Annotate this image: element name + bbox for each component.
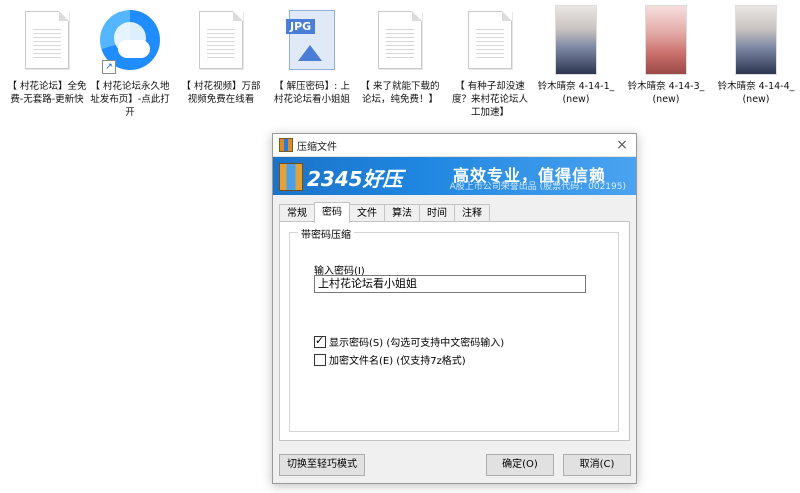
photo-thumbnail-icon: [645, 5, 687, 75]
password-input[interactable]: 上村花论坛看小姐姐: [314, 275, 586, 293]
dialog-titlebar[interactable]: 压缩文件 ×: [273, 134, 636, 157]
desktop-item-label: 铃木晴奈 4-14-1_(new): [537, 81, 615, 105]
desktop-item-label: 【 村花论坛】全免费-无套路-更新快: [7, 81, 87, 105]
desktop-item-password-jpg[interactable]: JPG 【 解压密码】: 上村花论坛看小姐姐: [270, 4, 354, 122]
desktop-item-label: 铃木晴奈 4-14-3_(new): [627, 81, 705, 105]
password-tab-panel: 带密码压缩 输入密码(I) 上村花论坛看小姐姐 显示密码(S) (勾选可支持中文…: [279, 221, 630, 441]
text-document-icon: [378, 11, 422, 69]
encrypt-filenames-row[interactable]: 加密文件名(E) (仅支持7z格式): [314, 352, 466, 367]
dialog-title: 压缩文件: [297, 141, 337, 153]
desktop-item-photo-3[interactable]: 铃木晴奈 4-14-3_(new): [624, 4, 708, 122]
desktop-item-forum-address[interactable]: ↗ 【 村花论坛永久地址发布页】-点此打开: [88, 4, 172, 122]
text-document-icon: [199, 11, 243, 69]
compress-dialog: 压缩文件 × 2345好压 高效专业，值得信赖 A股上市公司荣誉出品 (股票代码…: [272, 133, 637, 484]
desktop-item-label: 铃木晴奈 4-14-4_(new): [717, 81, 795, 105]
desktop-item-label: 【 村花视频】万部视频免费在线看: [181, 81, 261, 105]
brand-banner: 2345好压 高效专业，值得信赖 A股上市公司荣誉出品 (股票代码：002195…: [273, 157, 636, 195]
photo-thumbnail-icon: [555, 5, 597, 75]
text-document-icon: [468, 11, 512, 69]
banner-brand: 2345好压: [307, 167, 403, 191]
haozip-logo-icon: [279, 163, 303, 191]
show-password-label: 显示密码(S) (勾选可支持中文密码输入): [329, 338, 505, 349]
cancel-button[interactable]: 取消(C): [563, 454, 631, 476]
encrypt-filenames-label: 加密文件名(E) (仅支持7z格式): [329, 356, 466, 367]
desktop-item-download-forum[interactable]: 【 来了就能下载的论坛，纯免费！】: [358, 4, 442, 122]
tab-bar: 常规 密码 文件 算法 时间 注释: [279, 202, 490, 223]
encrypt-filenames-checkbox[interactable]: [314, 353, 326, 366]
app-icon: [279, 138, 293, 152]
desktop-item-speedup[interactable]: 【 有种子却没速度？来村花论坛人工加速】: [448, 4, 532, 122]
photo-thumbnail-icon: [735, 5, 777, 75]
desktop-item-label: 【 有种子却没速度？来村花论坛人工加速】: [451, 81, 528, 118]
show-password-checkbox[interactable]: [314, 334, 326, 348]
shortcut-arrow-icon: ↗: [102, 60, 116, 74]
tab-password[interactable]: 密码: [314, 202, 350, 223]
text-document-icon: [25, 11, 69, 69]
jpg-file-icon: JPG: [286, 10, 335, 70]
show-password-row[interactable]: 显示密码(S) (勾选可支持中文密码输入): [314, 334, 504, 349]
switch-mode-button[interactable]: 切换至轻巧模式: [279, 454, 365, 476]
group-title: 带密码压缩: [298, 226, 354, 241]
close-button[interactable]: ×: [608, 137, 636, 153]
desktop-item-label: 【 来了就能下载的论坛，纯免费！】: [360, 81, 440, 105]
banner-subtitle: A股上市公司荣誉出品 (股票代码：002195): [449, 182, 626, 192]
desktop-item-forum-free[interactable]: 【 村花论坛】全免费-无套路-更新快: [5, 4, 89, 122]
desktop-item-videos[interactable]: 【 村花视频】万部视频免费在线看: [179, 4, 263, 122]
desktop-item-label: 【 解压密码】: 上村花论坛看小姐姐: [273, 81, 350, 105]
desktop-item-label: 【 村花论坛永久地址发布页】-点此打开: [90, 81, 170, 118]
desktop-item-photo-4[interactable]: 铃木晴奈 4-14-4_(new): [714, 4, 798, 122]
jpg-tag: JPG: [286, 19, 316, 34]
ok-button[interactable]: 确定(O): [486, 454, 554, 476]
desktop-item-photo-1[interactable]: 铃木晴奈 4-14-1_(new): [534, 4, 618, 122]
